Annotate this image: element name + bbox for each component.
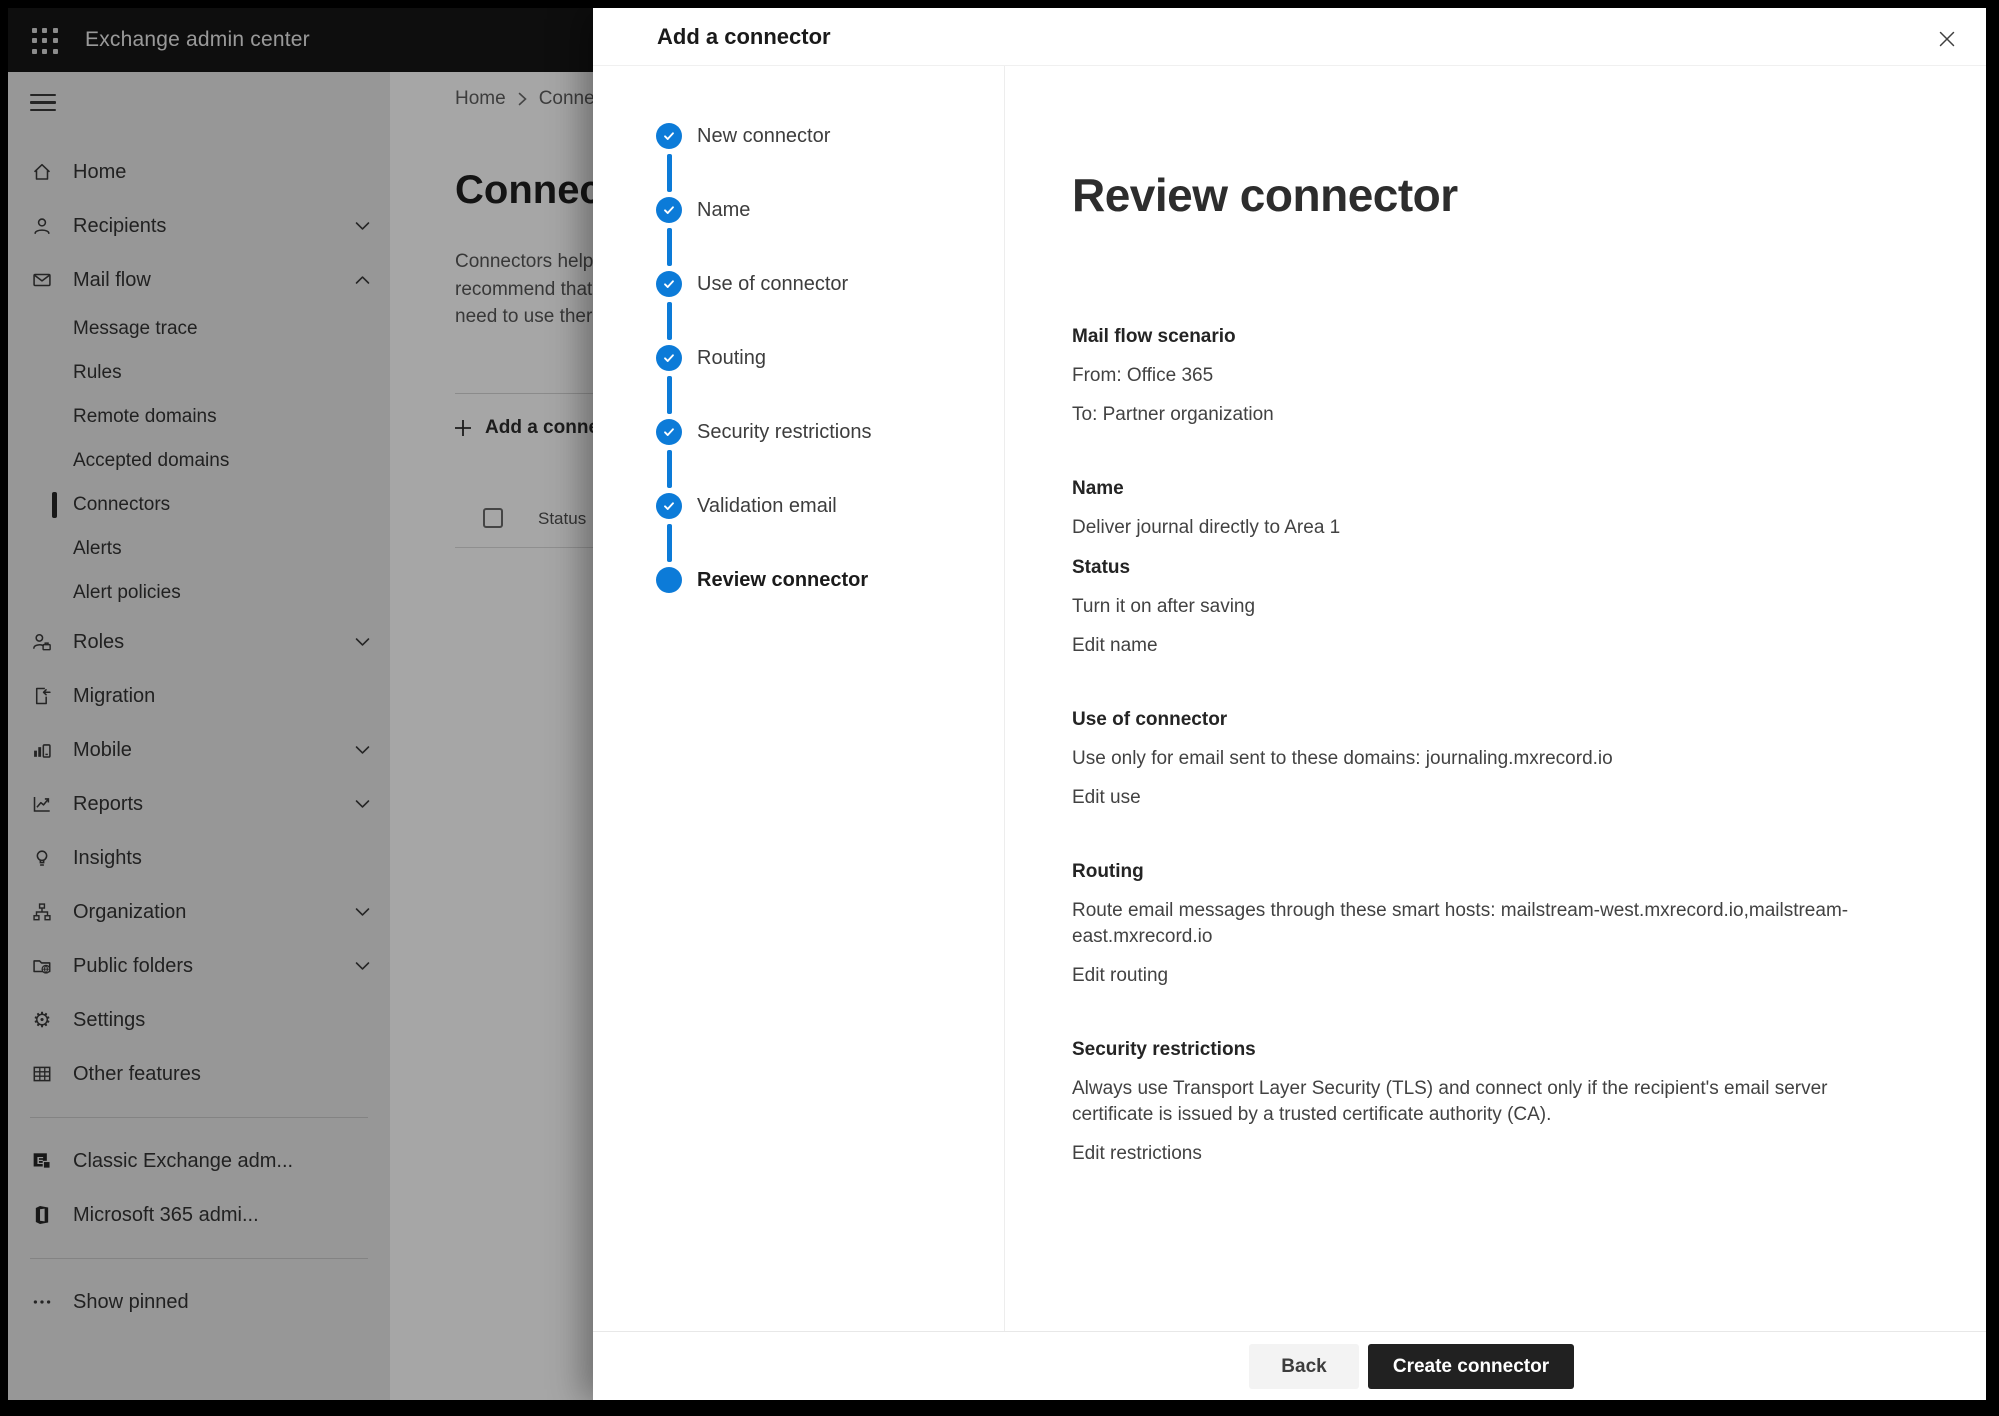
wizard-step-security-restrictions[interactable]: Security restrictions (593, 419, 1004, 445)
review-section-header-mail-flow-scenario: Mail flow scenario (1072, 324, 1881, 350)
review-text: Use only for email sent to these domains… (1072, 746, 1881, 772)
review-section-header-security-restrictions: Security restrictions (1072, 1037, 1881, 1063)
step-label: Name (697, 197, 750, 223)
dialog-footer: Back Create connector (593, 1331, 1986, 1400)
step-connector-line (667, 228, 672, 266)
create-connector-button[interactable]: Create connector (1368, 1344, 1574, 1389)
review-section-header-use-of-connector: Use of connector (1072, 707, 1881, 733)
step-label: Review connector (697, 567, 868, 593)
review-text: Turn it on after saving (1072, 594, 1881, 620)
step-connector-line (667, 376, 672, 414)
review-content: Review connector Mail flow scenario From:… (1005, 66, 1986, 1331)
review-section-header-status: Status (1072, 555, 1881, 581)
step-connector-line (667, 302, 672, 340)
review-heading: Review connector (1072, 166, 1881, 224)
review-blocks: Mail flow scenario From: Office 365 To: Pa… (1072, 324, 1881, 1167)
screen: Exchange admin center HomeRecipientsMail… (0, 0, 1999, 1416)
wizard-step-validation-email[interactable]: Validation email (593, 493, 1004, 519)
step-completed-check-icon (656, 123, 682, 149)
step-connector-line (667, 450, 672, 488)
step-label: New connector (697, 123, 830, 149)
wizard-stepper: New connector Name Use of connector Routing… (593, 66, 1005, 1331)
close-icon[interactable] (1930, 27, 1964, 51)
wizard-step-new-connector[interactable]: New connector (593, 123, 1004, 149)
dialog-header: Add a connector (593, 8, 1986, 66)
step-label: Use of connector (697, 271, 848, 297)
add-connector-dialog: Add a connector New connector Name Use of … (593, 8, 1986, 1400)
review-text: Always use Transport Layer Security (TLS… (1072, 1076, 1881, 1128)
edit-link-edit-routing[interactable]: Edit routing (1072, 963, 1168, 989)
step-connector-line (667, 524, 672, 562)
dialog-title: Add a connector (657, 8, 831, 66)
step-completed-check-icon (656, 419, 682, 445)
review-text: From: Office 365 (1072, 363, 1881, 389)
step-label: Security restrictions (697, 419, 872, 445)
edit-link-edit-name[interactable]: Edit name (1072, 633, 1158, 659)
edit-link-edit-use[interactable]: Edit use (1072, 785, 1141, 811)
review-section-header-name: Name (1072, 476, 1881, 502)
step-completed-check-icon (656, 493, 682, 519)
step-current-dot-icon (656, 567, 682, 593)
review-text: Route email messages through these smart… (1072, 898, 1881, 950)
wizard-step-routing[interactable]: Routing (593, 345, 1004, 371)
step-connector-line (667, 154, 672, 192)
step-label: Validation email (697, 493, 837, 519)
step-completed-check-icon (656, 271, 682, 297)
edit-link-edit-restrictions[interactable]: Edit restrictions (1072, 1141, 1202, 1167)
review-section-header-routing: Routing (1072, 859, 1881, 885)
wizard-step-use-of-connector[interactable]: Use of connector (593, 271, 1004, 297)
wizard-step-review-connector[interactable]: Review connector (593, 567, 1004, 593)
review-text: To: Partner organization (1072, 402, 1881, 428)
wizard-step-name[interactable]: Name (593, 197, 1004, 223)
step-completed-check-icon (656, 345, 682, 371)
step-completed-check-icon (656, 197, 682, 223)
back-button[interactable]: Back (1249, 1344, 1359, 1389)
review-text: Deliver journal directly to Area 1 (1072, 515, 1881, 541)
step-label: Routing (697, 345, 766, 371)
